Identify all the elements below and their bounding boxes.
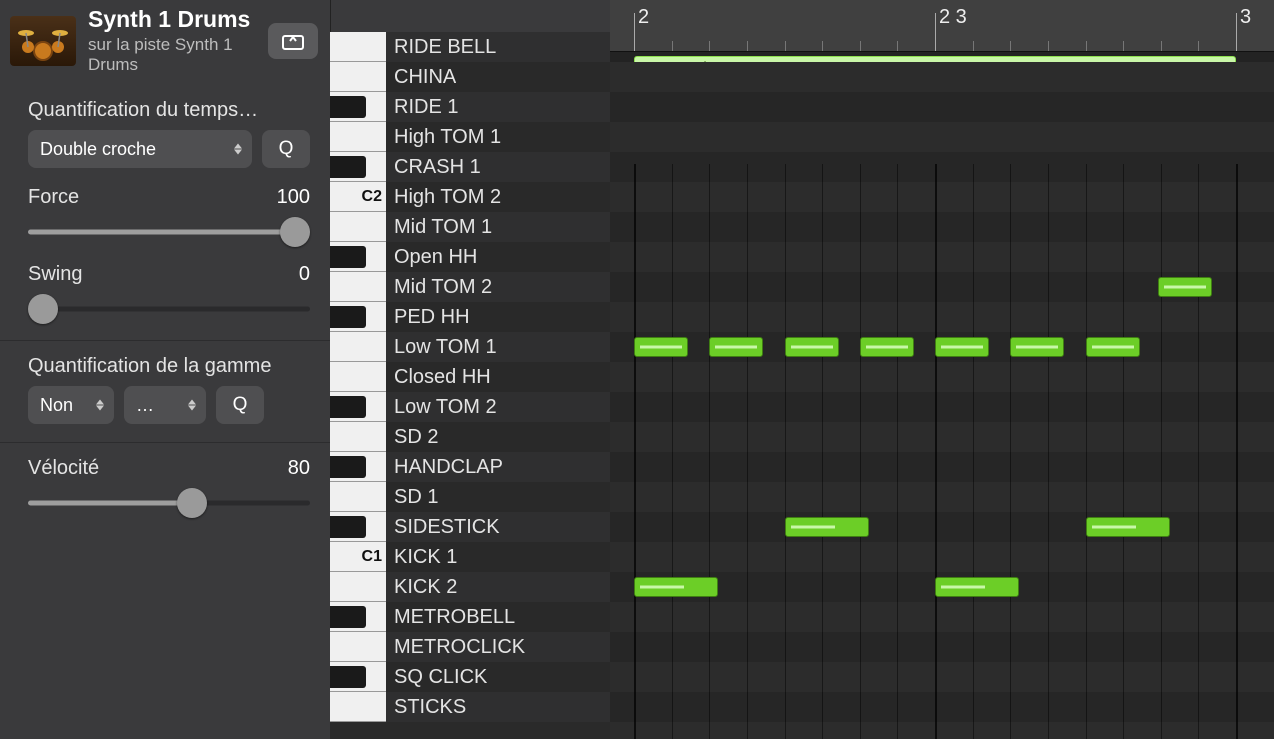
drum-row[interactable]: C2High TOM 2: [330, 182, 610, 212]
swing-slider[interactable]: [28, 296, 310, 322]
drum-name-label: METROCLICK: [386, 636, 525, 659]
midi-note[interactable]: [709, 337, 763, 357]
drum-row[interactable]: Mid TOM 1: [330, 212, 610, 242]
drum-name-label: Open HH: [386, 246, 477, 269]
drum-row[interactable]: METROBELL: [330, 602, 610, 632]
drum-row[interactable]: RIDE BELL: [330, 32, 610, 62]
drum-name-label: SD 2: [386, 426, 438, 449]
drum-row[interactable]: METROCLICK: [330, 632, 610, 662]
drum-row[interactable]: RIDE 1: [330, 92, 610, 122]
time-ruler[interactable]: 22 33: [610, 0, 1274, 52]
velocity-slider[interactable]: [28, 490, 310, 516]
piano-roll-grid[interactable]: 22 33 Synth 1 Drums: [610, 0, 1274, 739]
time-quantize-dropdown[interactable]: Double croche: [28, 130, 252, 168]
popover-button[interactable]: [268, 23, 318, 59]
drum-name-label: Low TOM 1: [386, 336, 497, 359]
drum-row[interactable]: HANDCLAP: [330, 452, 610, 482]
midi-note[interactable]: [935, 577, 1019, 597]
swing-value: 0: [299, 263, 310, 286]
drum-name-label: RIDE 1: [386, 96, 458, 119]
drum-name-label: Mid TOM 2: [386, 276, 492, 299]
force-slider[interactable]: [28, 219, 310, 245]
force-label: Force: [28, 186, 79, 209]
drum-row[interactable]: PED HH: [330, 302, 610, 332]
drum-row[interactable]: CHINA: [330, 62, 610, 92]
drum-row[interactable]: Low TOM 2: [330, 392, 610, 422]
drum-row[interactable]: SQ CLICK: [330, 662, 610, 692]
region-title: Synth 1 Drums: [88, 6, 268, 33]
drum-name-label: Mid TOM 1: [386, 216, 492, 239]
drum-name-label: RIDE BELL: [386, 36, 496, 59]
piano-roll-keys: RIDE BELL CHINA RIDE 1 High TOM 1 CRASH 1 C2H…: [330, 0, 610, 739]
scale-quantize-apply-button[interactable]: Q: [216, 386, 264, 424]
velocity-value: 80: [288, 457, 310, 480]
drum-row[interactable]: STICKS: [330, 692, 610, 722]
midi-note[interactable]: [785, 337, 839, 357]
midi-note[interactable]: [860, 337, 914, 357]
drum-row[interactable]: Low TOM 1: [330, 332, 610, 362]
drum-row[interactable]: High TOM 1: [330, 122, 610, 152]
swing-label: Swing: [28, 263, 82, 286]
drum-row[interactable]: KICK 2: [330, 572, 610, 602]
drum-row[interactable]: Mid TOM 2: [330, 272, 610, 302]
drum-row[interactable]: C1KICK 1: [330, 542, 610, 572]
midi-note[interactable]: [1010, 337, 1064, 357]
midi-note[interactable]: [1158, 277, 1212, 297]
drum-row[interactable]: Open HH: [330, 242, 610, 272]
drum-name-label: Closed HH: [386, 366, 491, 389]
time-quantize-apply-button[interactable]: Q: [262, 130, 310, 168]
drum-name-label: KICK 2: [386, 576, 457, 599]
drum-name-label: SIDESTICK: [386, 516, 500, 539]
drum-name-label: METROBELL: [386, 606, 515, 629]
velocity-label: Vélocité: [28, 457, 99, 480]
drumkit-icon: [10, 16, 76, 66]
inspector-panel: Synth 1 Drums sur la piste Synth 1 Drums…: [0, 0, 330, 739]
region-subtitle: sur la piste Synth 1 Drums: [88, 35, 268, 75]
drum-name-label: CHINA: [386, 66, 456, 89]
drum-name-label: SD 1: [386, 486, 438, 509]
drum-row[interactable]: CRASH 1: [330, 152, 610, 182]
drum-name-label: PED HH: [386, 306, 470, 329]
scale-quantize-label: Quantification de la gamme: [28, 355, 271, 378]
midi-note[interactable]: [1086, 337, 1140, 357]
drum-row[interactable]: SD 2: [330, 422, 610, 452]
velocity-section: Vélocité 80: [0, 443, 330, 534]
drum-name-label: High TOM 1: [386, 126, 501, 149]
drum-row[interactable]: SIDESTICK: [330, 512, 610, 542]
midi-note[interactable]: [935, 337, 989, 357]
time-quantize-section: Quantification du temps… Double croche Q…: [0, 85, 330, 341]
midi-note[interactable]: [634, 337, 688, 357]
drum-name-label: Low TOM 2: [386, 396, 497, 419]
drum-name-label: SQ CLICK: [386, 666, 487, 689]
drum-row[interactable]: Closed HH: [330, 362, 610, 392]
drum-name-label: STICKS: [386, 696, 466, 719]
drum-name-label: HANDCLAP: [386, 456, 503, 479]
midi-note[interactable]: [634, 577, 718, 597]
drum-name-label: CRASH 1: [386, 156, 481, 179]
force-value: 100: [277, 186, 310, 209]
scale-quantize-dropdown[interactable]: Non: [28, 386, 114, 424]
drum-name-label: KICK 1: [386, 546, 457, 569]
scale-key-dropdown[interactable]: …: [124, 386, 206, 424]
midi-note[interactable]: [785, 517, 869, 537]
drum-name-label: High TOM 2: [386, 186, 501, 209]
midi-note[interactable]: [1086, 517, 1170, 537]
region-header: Synth 1 Drums sur la piste Synth 1 Drums: [0, 0, 330, 85]
time-quantize-label: Quantification du temps…: [28, 99, 258, 122]
scale-quantize-section: Quantification de la gamme Non … Q: [0, 341, 330, 443]
drum-row[interactable]: SD 1: [330, 482, 610, 512]
